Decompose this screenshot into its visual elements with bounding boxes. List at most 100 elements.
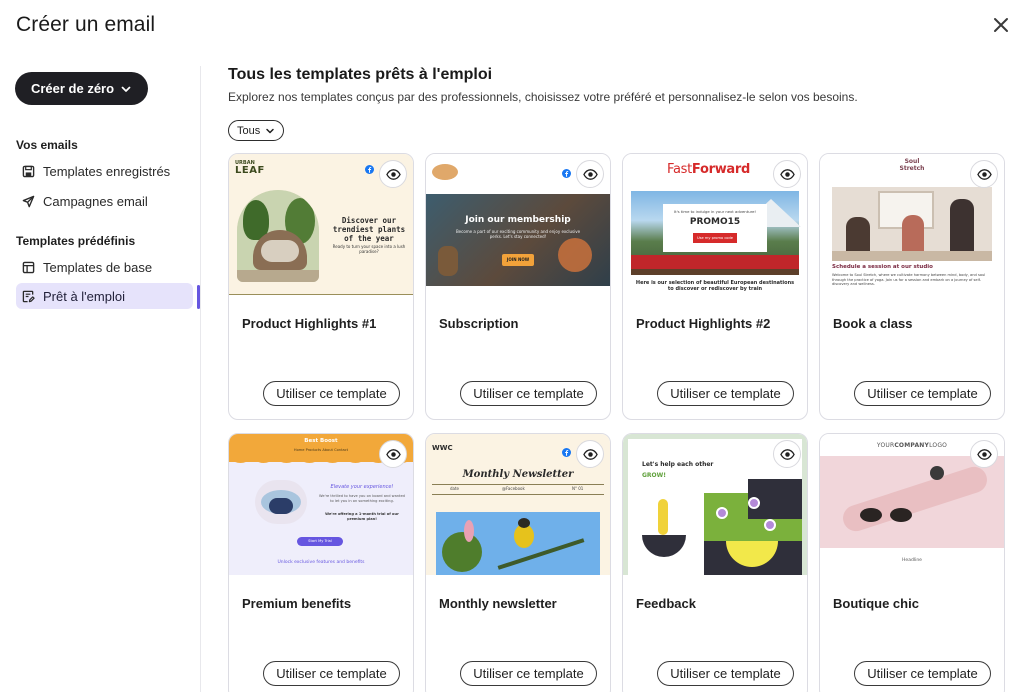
preview-button[interactable] — [576, 440, 604, 468]
eye-icon — [582, 448, 598, 460]
preview-button[interactable] — [379, 440, 407, 468]
thumb-promo-code: PROMO15 — [689, 217, 741, 227]
thumb-promo-line: It's time to indulge in your next advent… — [674, 209, 756, 214]
thumb-caption: Headline — [902, 558, 922, 563]
template-card-boutique-chic[interactable]: YOURCOMPANYLOGO Headline Boutique chic U… — [819, 433, 1005, 692]
preview-button[interactable] — [773, 440, 801, 468]
thumb-headline: Schedule a session at our studio — [832, 264, 933, 270]
use-template-button[interactable]: Utiliser ce template — [460, 661, 597, 686]
create-label: Créer de zéro — [30, 81, 115, 96]
thumb-promo-box: It's time to indulge in your next advent… — [663, 204, 767, 252]
sidebar: Créer de zéro Vos emails Templates enreg… — [0, 66, 201, 692]
thumb-shape — [642, 535, 686, 557]
thumb-photo — [237, 190, 319, 282]
thumb-cta: JOIN NOW — [502, 254, 534, 266]
thumb-issue: N° 01 — [572, 486, 584, 491]
thumb-footer: Unlock exclusive features and benefits — [277, 560, 365, 565]
thumb-headline: Join our membership — [465, 215, 571, 225]
thumb-cta: Use my promo code — [693, 233, 737, 243]
facebook-icon — [562, 169, 571, 178]
thumb-cta: Start My Trial — [297, 537, 343, 546]
section-your-emails: Vos emails — [16, 138, 78, 152]
preview-button[interactable] — [379, 160, 407, 188]
sidebar-item-ready-to-use[interactable]: Prêt à l'emploi — [16, 283, 193, 309]
template-card-book-a-class[interactable]: Soul Stretch Schedule a session at our s… — [819, 153, 1005, 420]
thumb-photo — [436, 512, 600, 575]
template-card-subscription[interactable]: Join our membership Become a part of our… — [425, 153, 611, 420]
template-card-product-highlights-2[interactable]: FastForward It's time to indulge in your… — [622, 153, 808, 420]
template-title: Feedback — [636, 596, 696, 611]
preview-button[interactable] — [970, 160, 998, 188]
use-template-button[interactable]: Utiliser ce template — [460, 381, 597, 406]
thumb-photo — [426, 194, 610, 286]
preview-button[interactable] — [970, 440, 998, 468]
use-template-button[interactable]: Utiliser ce template — [263, 661, 400, 686]
create-from-scratch-button[interactable]: Créer de zéro — [15, 72, 148, 105]
template-card-product-highlights-1[interactable]: URBAN LEAF Discover our trendiest plants… — [228, 153, 414, 420]
use-template-button[interactable]: Utiliser ce template — [854, 661, 991, 686]
eye-icon — [976, 168, 992, 180]
thumb-logo: FastForward — [667, 162, 750, 177]
template-card-premium-benefits[interactable]: Best Boost Home Products About Contact E… — [228, 433, 414, 692]
use-template-button[interactable]: Utiliser ce template — [657, 661, 794, 686]
sidebar-item-label: Prêt à l'emploi — [43, 288, 125, 304]
thumb-logo-part: COMPANY — [894, 442, 930, 449]
section-predefined-templates: Templates prédéfinis — [16, 234, 136, 248]
thumb-photo — [832, 187, 992, 261]
template-card-feedback[interactable]: Let's help each other GROW! Feedback Uti… — [622, 433, 808, 692]
thumb-flower — [716, 507, 728, 519]
template-title: Product Highlights #1 — [242, 316, 377, 331]
sidebar-item-saved-templates[interactable]: Templates enregistrés — [16, 158, 193, 184]
thumb-photo — [255, 480, 307, 524]
use-template-button[interactable]: Utiliser ce template — [657, 381, 794, 406]
thumb-photo — [820, 456, 1004, 548]
eye-icon — [779, 448, 795, 460]
main-panel: Tous les templates prêts à l'emploi Expl… — [228, 66, 1024, 692]
sidebar-item-label: Templates enregistrés — [43, 163, 171, 179]
modal-title: Créer un email — [16, 13, 156, 36]
thumb-body: We're thrilled to have you on board and … — [319, 494, 405, 503]
thumb-logo-part: Forward — [691, 162, 751, 177]
template-title: Book a class — [833, 316, 913, 331]
active-indicator — [197, 285, 200, 309]
thumb-headline: Discover our trendiest plants of the yea… — [332, 216, 406, 243]
facebook-icon — [365, 165, 374, 174]
template-edit-icon — [22, 290, 35, 302]
thumb-headline: Let's help each other — [642, 461, 714, 468]
eye-icon — [385, 168, 401, 180]
template-card-monthly-newsletter[interactable]: WWC Monthly Newsletter date @Facebook N°… — [425, 433, 611, 692]
thumb-logo — [432, 164, 458, 180]
thumb-logo: WWC — [432, 444, 453, 452]
preview-button[interactable] — [576, 160, 604, 188]
thumb-headline: Monthly Newsletter — [462, 469, 574, 480]
thumb-flower — [748, 497, 760, 509]
thumb-body: Become a part of our exciting community … — [455, 229, 581, 239]
close-button[interactable] — [990, 14, 1012, 36]
thumb-date: date — [450, 486, 460, 491]
filter-value: Tous — [237, 124, 261, 137]
chevron-down-icon — [121, 86, 131, 92]
sidebar-item-email-campaigns[interactable]: Campagnes email — [16, 188, 193, 214]
use-template-button[interactable]: Utiliser ce template — [263, 381, 400, 406]
chevron-down-icon — [266, 128, 274, 133]
use-template-button[interactable]: Utiliser ce template — [854, 381, 991, 406]
page-subtitle: Explorez nos templates conçus par des pr… — [228, 90, 858, 104]
sidebar-item-label: Templates de base — [43, 259, 153, 275]
template-title: Product Highlights #2 — [636, 316, 771, 331]
sidebar-item-label: Campagnes email — [43, 193, 148, 209]
thumb-offer: We're offering a 1-month trial of our pr… — [325, 512, 399, 521]
layout-icon — [22, 261, 35, 273]
filter-dropdown[interactable]: Tous — [228, 120, 285, 141]
thumb-logo-part: LOGO — [929, 442, 948, 449]
thumb-figure — [658, 499, 668, 535]
eye-icon — [582, 168, 598, 180]
thumb-logo-part: Fast — [667, 162, 692, 177]
thumb-caption: Here is our selection of beautiful Europ… — [635, 280, 795, 292]
send-icon — [22, 195, 35, 207]
template-title: Subscription — [439, 316, 519, 331]
thumb-divider — [229, 294, 413, 295]
thumb-body: Ready to turn your space into a lush par… — [332, 244, 406, 254]
preview-button[interactable] — [773, 160, 801, 188]
sidebar-item-basic-templates[interactable]: Templates de base — [16, 254, 193, 280]
thumb-logo: LEAF — [235, 165, 265, 176]
